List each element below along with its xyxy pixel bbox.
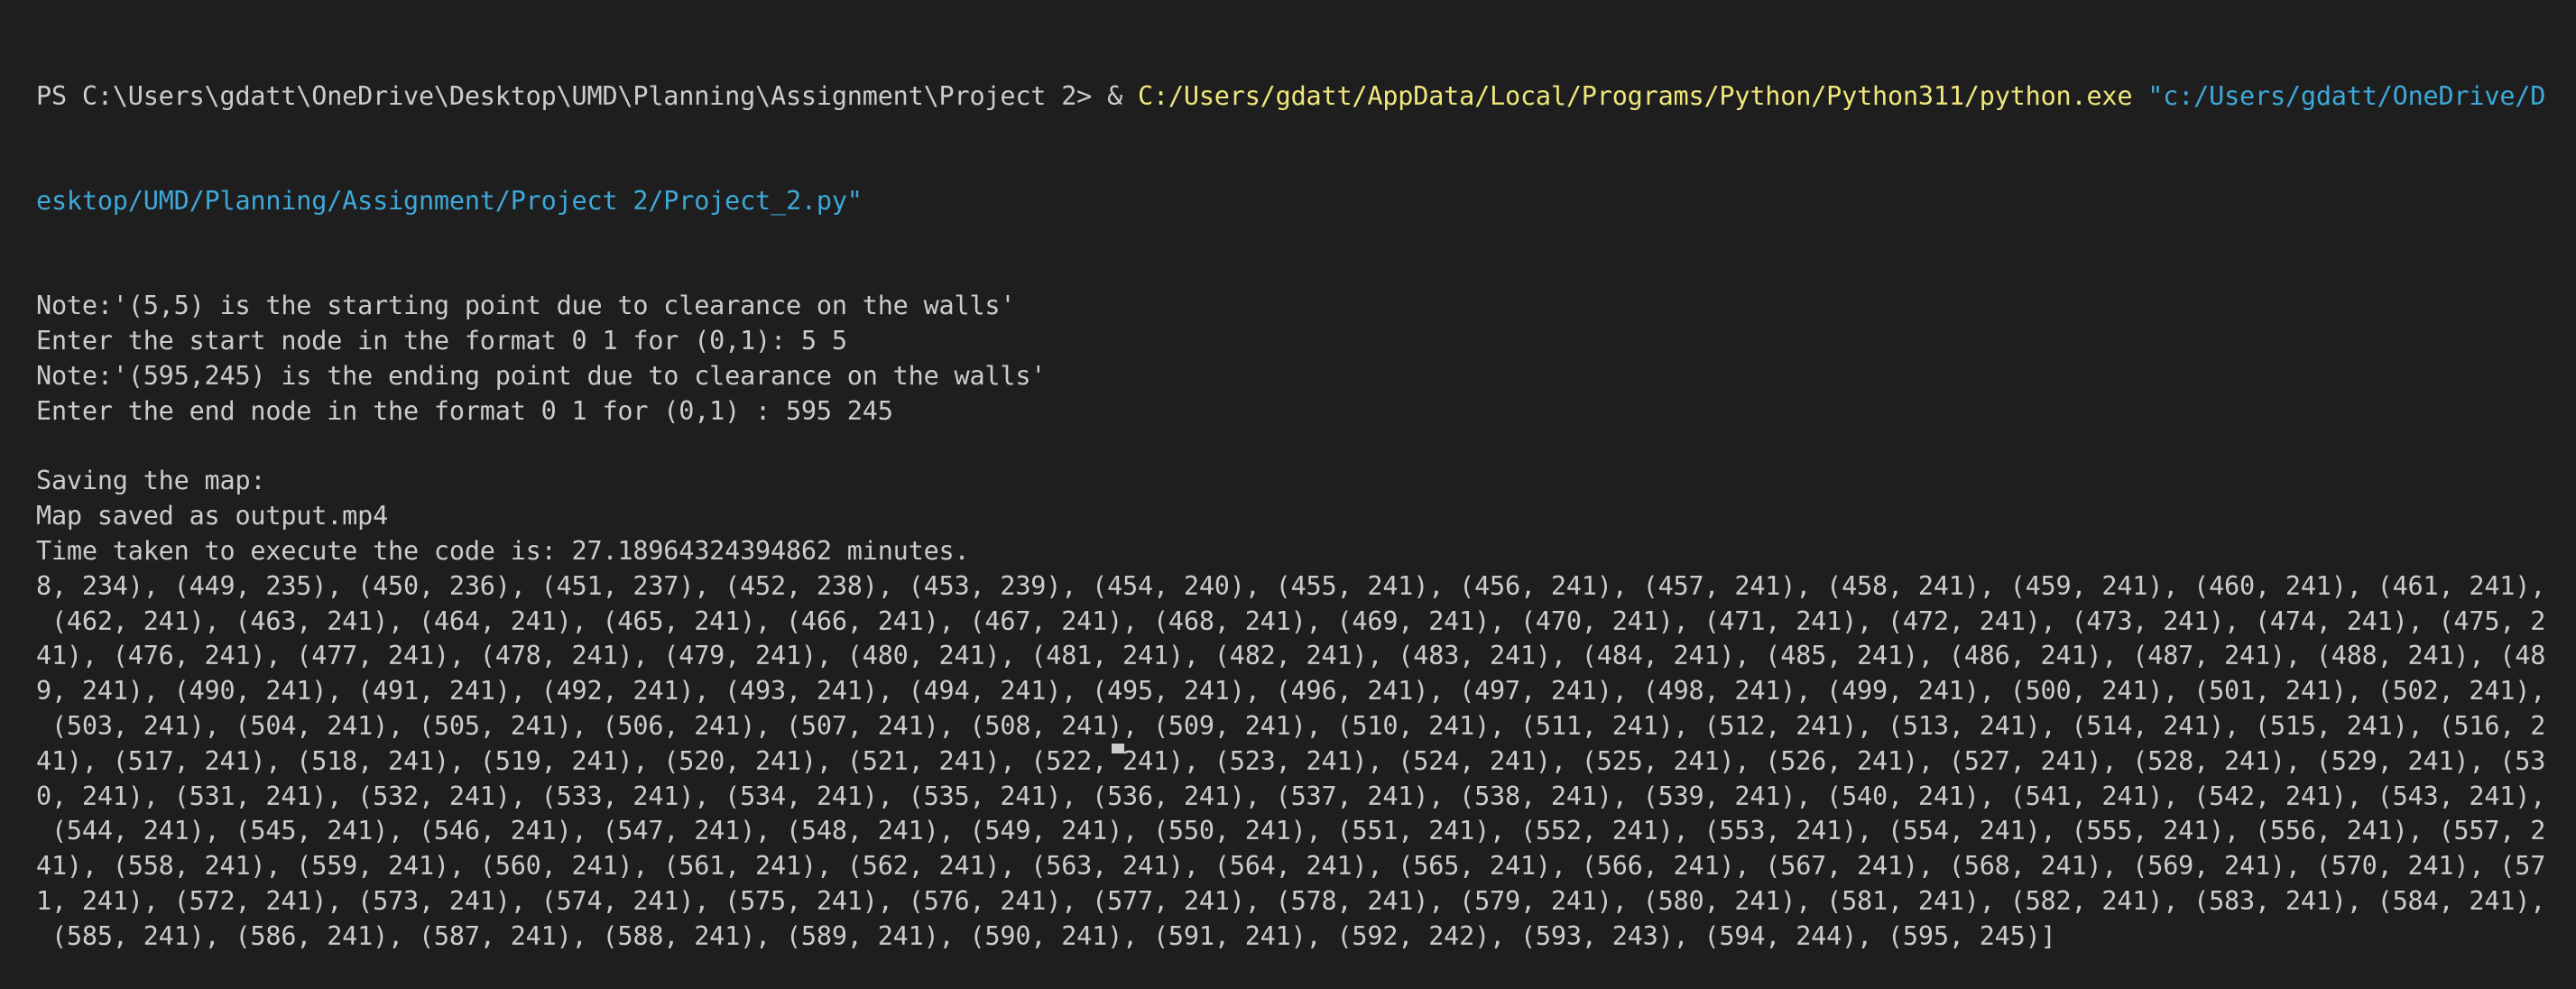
- output-line: (462, 241), (463, 241), (464, 241), (465…: [36, 605, 2546, 636]
- output-line: (544, 241), (545, 241), (546, 241), (547…: [36, 816, 2546, 846]
- output-line: Enter the end node in the format 0 1 for…: [36, 395, 893, 426]
- output-line: 0, 241), (531, 241), (532, 241), (533, 2…: [36, 781, 2546, 811]
- command-line-1: PS C:\Users\gdatt\OneDrive\Desktop\UMD\P…: [36, 79, 2562, 115]
- output-line: 9, 241), (490, 241), (491, 241), (492, 2…: [36, 676, 2546, 707]
- terminal-cursor: [1112, 744, 1124, 753]
- output-line: 41), (517, 241), (518, 241), (519, 241),…: [36, 745, 2546, 776]
- output-line: Enter the start node in the format 0 1 f…: [36, 326, 847, 356]
- output-line: 41), (558, 241), (559, 241), (560, 241),…: [36, 851, 2546, 882]
- output-line: 41), (476, 241), (477, 241), (478, 241),…: [36, 641, 2546, 671]
- output-line: Note:'(595,245) is the ending point due …: [36, 360, 1047, 391]
- script-path-part1: "c:/Users/gdatt/OneDrive/D: [2147, 80, 2546, 111]
- script-path-part2: esktop/UMD/Planning/Assignment/Project 2…: [36, 185, 863, 216]
- output-line: Time taken to execute the code is: 27.18…: [36, 535, 970, 566]
- output-line: 8, 234), (449, 235), (450, 236), (451, 2…: [36, 570, 2546, 601]
- output-line: Saving the map:: [36, 466, 266, 496]
- output-line: (503, 241), (504, 241), (505, 241), (506…: [36, 710, 2546, 741]
- prompt-text: PS C:\Users\gdatt\OneDrive\Desktop\UMD\P…: [36, 80, 1139, 111]
- python-exe-path: C:/Users/gdatt/AppData/Local/Programs/Py…: [1138, 80, 2133, 111]
- output-line: (585, 241), (586, 241), (587, 241), (588…: [36, 920, 2056, 951]
- output-lines: Note:'(5,5) is the starting point due to…: [36, 289, 2562, 954]
- output-line: Note:'(5,5) is the starting point due to…: [36, 291, 1016, 321]
- output-line: 1, 241), (572, 241), (573, 241), (574, 2…: [36, 885, 2546, 916]
- output-line: Map saved as output.mp4: [36, 501, 389, 531]
- terminal-output[interactable]: PS C:\Users\gdatt\OneDrive\Desktop\UMD\P…: [36, 9, 2562, 989]
